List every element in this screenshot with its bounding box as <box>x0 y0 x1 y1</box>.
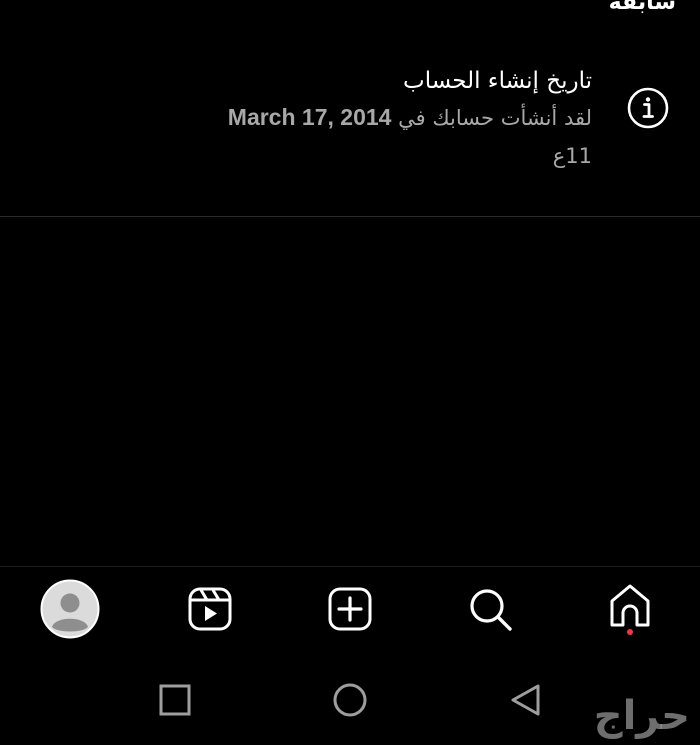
nav-search[interactable] <box>460 579 520 639</box>
avatar-icon <box>40 579 100 639</box>
system-recents-button[interactable] <box>153 678 197 722</box>
nav-profile[interactable] <box>40 579 100 639</box>
system-back-button[interactable] <box>503 678 547 722</box>
triangle-back-icon <box>511 684 540 716</box>
notification-dot <box>627 629 633 635</box>
info-icon <box>626 86 670 130</box>
account-created-date: March 17, 2014 <box>227 104 392 130</box>
plus-square-icon <box>328 587 372 631</box>
header-title-cut: سابقة <box>608 0 676 15</box>
nav-home[interactable] <box>600 579 660 639</box>
account-created-text: تاريخ إنشاء الحساب لقد أنشأت حسابك في Ma… <box>72 60 592 173</box>
watermark-logo: حراج <box>593 693 690 739</box>
account-created-row[interactable]: تاريخ إنشاء الحساب لقد أنشأت حسابك في Ma… <box>0 60 700 216</box>
bottom-nav <box>0 567 700 653</box>
account-created-prefix: لقد أنشأت حسابك في <box>398 106 592 130</box>
circle-icon <box>333 683 367 717</box>
account-age: 11ع <box>552 144 592 168</box>
square-icon <box>159 684 191 716</box>
nav-reels[interactable] <box>180 579 240 639</box>
nav-create[interactable] <box>320 579 380 639</box>
home-icon <box>610 584 650 635</box>
divider <box>0 216 700 217</box>
account-created-title: تاريخ إنشاء الحساب <box>403 68 592 94</box>
reels-icon <box>188 587 232 631</box>
account-created-subtitle: لقد أنشأت حسابك في March 17, 2014 <box>72 100 592 135</box>
search-icon <box>470 589 512 631</box>
system-home-button[interactable] <box>328 678 372 722</box>
screen: سابقة تاريخ إنشاء الحساب لقد أنشأت حسابك… <box>0 0 700 745</box>
